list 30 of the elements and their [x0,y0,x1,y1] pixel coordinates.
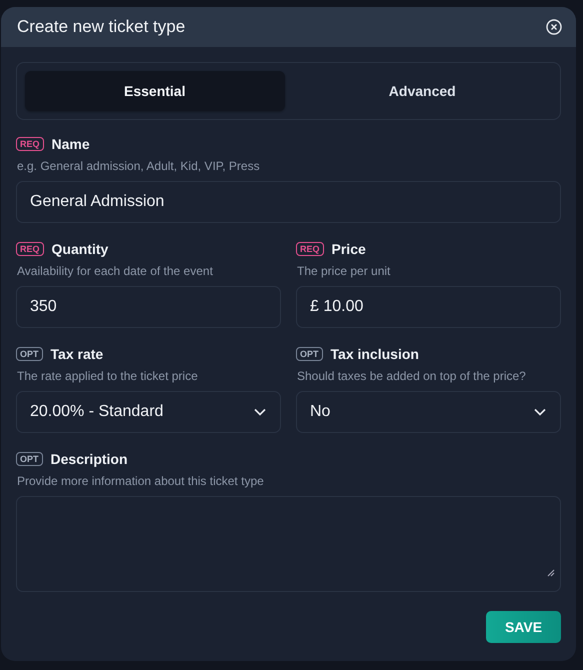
select-field[interactable]: 20.00% - Standard [16,391,281,433]
input-field[interactable]: £ 10.00 [296,286,561,328]
field-hint: The price per unit [297,264,392,278]
chevron-down-icon [254,408,266,416]
field-badge: OPT [16,347,43,361]
field-label: Tax rate [50,346,104,362]
field-badge: REQ [16,137,44,151]
field-label: Price [332,241,366,257]
field-label: Name [52,136,90,152]
field-hint: Should taxes be added on top of the price? [297,369,527,383]
field-label: Quantity [52,241,108,257]
select-field[interactable]: No [296,391,561,433]
resize-handle-icon[interactable] [547,569,555,577]
close-icon[interactable] [546,19,562,35]
field-hint: The rate applied to the ticket price [17,369,199,383]
dialog-title: Create new ticket type [17,17,186,37]
field-badge: OPT [296,347,323,361]
field-hint: e.g. General admission, Adult, Kid, VIP, Press [17,159,261,173]
field-badge: REQ [296,242,324,256]
tab[interactable]: Essential [25,71,284,111]
chevron-down-icon [534,408,546,416]
field-label: Description [50,451,128,467]
field-label: Tax inclusion [330,346,419,362]
input-field[interactable]: General Admission [16,181,561,223]
field-hint: Provide more information about this ticket type [17,474,265,488]
tab[interactable]: Advanced [292,71,552,111]
field-hint: Availability for each date of the event [17,264,214,278]
field-badge: OPT [16,452,43,466]
field-badge: REQ [16,242,44,256]
input-field[interactable]: 350 [16,286,281,328]
